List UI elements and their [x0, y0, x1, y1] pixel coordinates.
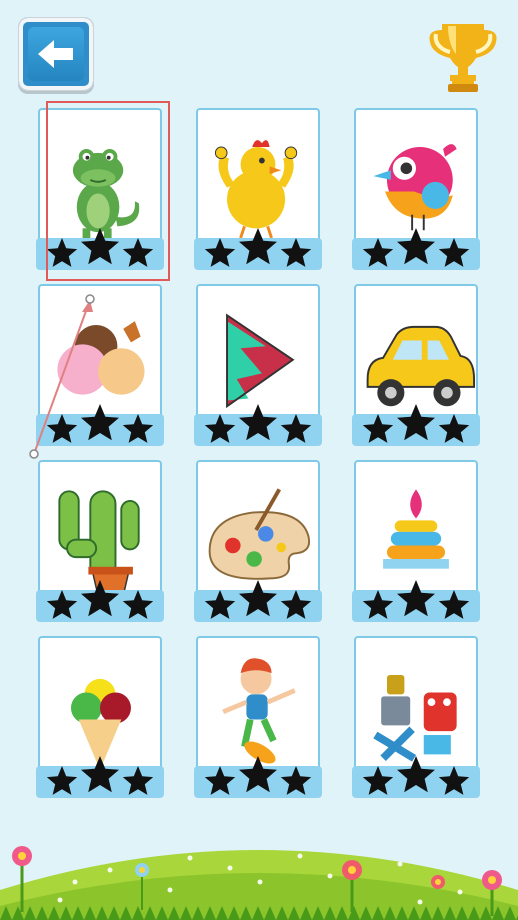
- star-rating: [46, 404, 154, 443]
- star-icon: [362, 766, 394, 795]
- back-button[interactable]: [18, 17, 94, 91]
- trophy-icon[interactable]: [428, 16, 498, 94]
- star-rating: [46, 580, 154, 619]
- star-icon: [122, 590, 154, 619]
- star-rating: [362, 404, 470, 443]
- star-rating: [46, 756, 154, 795]
- star-icon: [81, 580, 119, 617]
- star-icon: [397, 404, 435, 441]
- star-rating: [204, 580, 312, 619]
- star-icon: [122, 766, 154, 795]
- star-rating: [204, 228, 312, 267]
- level-card[interactable]: [36, 284, 164, 446]
- star-icon: [46, 414, 78, 443]
- level-card[interactable]: [352, 108, 480, 270]
- level-card[interactable]: [352, 636, 480, 798]
- star-icon: [280, 414, 312, 443]
- star-icon: [46, 766, 78, 795]
- star-icon: [204, 414, 236, 443]
- star-icon: [397, 580, 435, 617]
- star-icon: [204, 590, 236, 619]
- star-icon: [362, 590, 394, 619]
- star-icon: [239, 228, 277, 265]
- level-card[interactable]: [352, 284, 480, 446]
- star-icon: [204, 238, 236, 267]
- grass-hill-decoration: [0, 846, 518, 920]
- star-icon: [397, 756, 435, 793]
- star-icon: [362, 238, 394, 267]
- selected-level-highlight: [46, 101, 170, 281]
- level-card[interactable]: [352, 460, 480, 622]
- level-card[interactable]: [194, 108, 322, 270]
- star-rating: [204, 404, 312, 443]
- star-icon: [438, 590, 470, 619]
- star-icon: [46, 590, 78, 619]
- star-icon: [280, 766, 312, 795]
- star-icon: [280, 238, 312, 267]
- level-card[interactable]: [194, 460, 322, 622]
- star-icon: [438, 414, 470, 443]
- star-icon: [438, 766, 470, 795]
- star-icon: [438, 238, 470, 267]
- star-icon: [204, 766, 236, 795]
- level-card[interactable]: [36, 460, 164, 622]
- star-icon: [81, 404, 119, 441]
- star-rating: [204, 756, 312, 795]
- top-bar: [0, 0, 518, 100]
- star-icon: [239, 404, 277, 441]
- star-rating: [362, 228, 470, 267]
- level-card[interactable]: [194, 636, 322, 798]
- star-icon: [280, 590, 312, 619]
- level-card[interactable]: [36, 636, 164, 798]
- star-icon: [239, 756, 277, 793]
- star-icon: [362, 414, 394, 443]
- star-icon: [397, 228, 435, 265]
- level-card[interactable]: [194, 284, 322, 446]
- star-icon: [81, 756, 119, 793]
- star-rating: [362, 756, 470, 795]
- star-rating: [362, 580, 470, 619]
- star-icon: [122, 414, 154, 443]
- back-arrow-icon: [28, 27, 84, 81]
- star-icon: [239, 580, 277, 617]
